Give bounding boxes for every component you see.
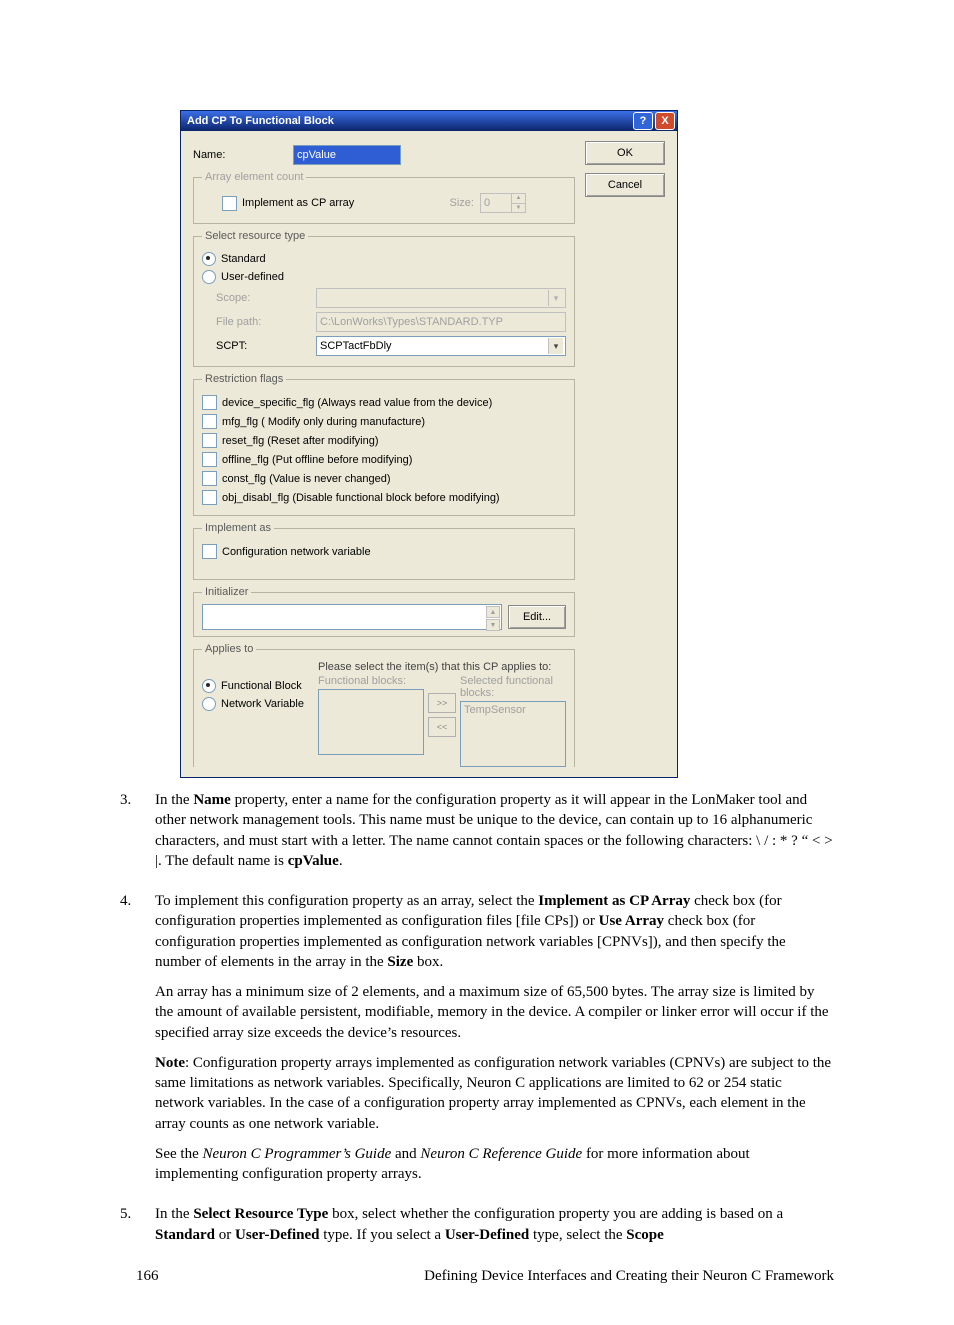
dialog-title: Add CP To Functional Block — [187, 115, 334, 127]
standard-label: Standard — [221, 253, 266, 265]
page-footer: 166 Defining Device Interfaces and Creat… — [136, 1268, 834, 1285]
flag-objdisabl-checkbox[interactable] — [202, 490, 217, 505]
applies-instruction: Please select the item(s) that this CP a… — [318, 661, 566, 673]
impl-legend: Implement as — [202, 522, 274, 534]
scpt-label: SCPT: — [202, 340, 316, 352]
initializer-legend: Initializer — [202, 586, 251, 598]
step-3: 3. In the Name property, enter a name fo… — [120, 790, 834, 881]
selected-fb-listbox[interactable]: TempSensor — [460, 701, 566, 767]
add-cp-dialog: Add CP To Functional Block ? X Name: cpV… — [180, 110, 678, 778]
applies-legend: Applies to — [202, 643, 256, 655]
array-legend: Array element count — [202, 171, 306, 183]
close-icon[interactable]: X — [655, 112, 675, 130]
flags-legend: Restriction flags — [202, 373, 286, 385]
page-number: 166 — [136, 1268, 159, 1285]
scope-dropdown — [316, 288, 566, 308]
init-up-icon[interactable]: ▲ — [486, 606, 500, 618]
impl-cp-array-checkbox[interactable] — [222, 196, 237, 211]
userdef-label: User-defined — [221, 271, 284, 283]
document-body: 3. In the Name property, enter a name fo… — [120, 790, 834, 1255]
selected-fb-header: Selected functional blocks: — [460, 675, 566, 699]
userdef-radio[interactable] — [202, 270, 216, 284]
array-group: Array element count Implement as CP arra… — [193, 171, 575, 224]
flag-reset-checkbox[interactable] — [202, 433, 217, 448]
initializer-group: Initializer ▲▼ Edit... — [193, 586, 575, 637]
edit-button[interactable]: Edit... — [508, 605, 566, 629]
impl-cp-array-label: Implement as CP array — [242, 197, 354, 209]
flag-mfg-checkbox[interactable] — [202, 414, 217, 429]
applies-to-group: Applies to Please select the item(s) tha… — [193, 643, 575, 767]
applies-nv-radio[interactable] — [202, 697, 216, 711]
filepath-field: C:\LonWorks\Types\STANDARD.TYP — [316, 312, 566, 332]
fb-listbox[interactable] — [318, 689, 424, 755]
applies-fb-radio[interactable] — [202, 679, 216, 693]
cancel-button[interactable]: Cancel — [585, 173, 665, 197]
resource-legend: Select resource type — [202, 230, 308, 242]
ok-button[interactable]: OK — [585, 141, 665, 165]
move-left-button[interactable]: << — [428, 717, 456, 737]
step-4: 4. To implement this configuration prope… — [120, 891, 834, 1194]
flag-offline-checkbox[interactable] — [202, 452, 217, 467]
footer-title: Defining Device Interfaces and Creating … — [424, 1268, 834, 1285]
spinner-up-icon[interactable]: ▲ — [511, 194, 525, 204]
help-icon[interactable]: ? — [633, 112, 653, 130]
size-spinner[interactable]: 0 ▲▼ — [480, 193, 526, 213]
cnv-checkbox[interactable] — [202, 544, 217, 559]
resource-type-group: Select resource type Standard User-defin… — [193, 230, 575, 367]
flag-const-checkbox[interactable] — [202, 471, 217, 486]
spinner-down-icon[interactable]: ▼ — [511, 204, 525, 213]
size-label: Size: — [450, 197, 474, 209]
name-label: Name: — [193, 149, 293, 161]
fb-list-header: Functional blocks: — [318, 675, 424, 687]
standard-radio[interactable] — [202, 252, 216, 266]
init-down-icon[interactable]: ▼ — [486, 619, 500, 631]
flag-device-specific-checkbox[interactable] — [202, 395, 217, 410]
move-right-button[interactable]: >> — [428, 693, 456, 713]
scpt-dropdown[interactable]: SCPTactFbDly — [316, 336, 566, 356]
restriction-flags-group: Restriction flags device_specific_flg (A… — [193, 373, 575, 516]
implement-as-group: Implement as Configuration network varia… — [193, 522, 575, 580]
title-bar: Add CP To Functional Block ? X — [181, 111, 677, 131]
initializer-text[interactable]: ▲▼ — [202, 604, 502, 630]
step-5: 5. In the Select Resource Type box, sele… — [120, 1204, 834, 1255]
name-input[interactable]: cpValue — [293, 145, 401, 165]
scope-label: Scope: — [202, 292, 316, 304]
filepath-label: File path: — [202, 316, 316, 328]
